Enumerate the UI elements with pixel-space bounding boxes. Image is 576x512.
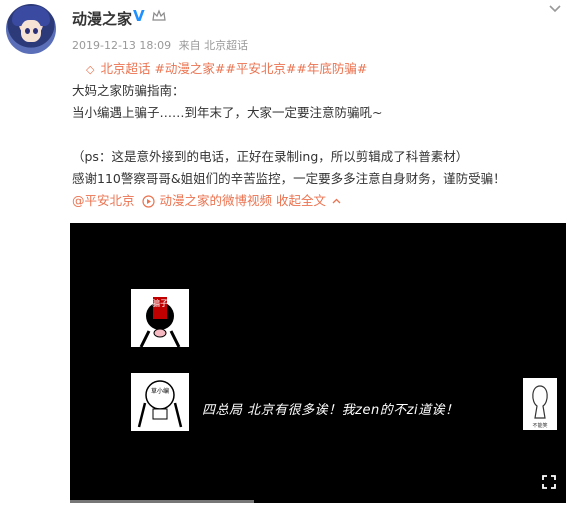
topic-icon: ◇: [86, 63, 95, 76]
video-link[interactable]: 动漫之家的微博视频: [159, 190, 272, 212]
post-meta: 2019-12-13 18:09 来自 北京超话: [72, 37, 252, 53]
scammer-sticker: 骗子: [131, 289, 189, 348]
post-text-line: 大妈之家防骗指南：: [72, 83, 185, 98]
topic-tag[interactable]: #年底防骗#: [296, 61, 367, 76]
post-text-line: 当小编遇上骗子……到年末了，大家一定要注意防骗吼~: [72, 105, 383, 120]
video-player[interactable]: 骗子 草小编 不能笑 四总局 北京有很多诶！我zen的不zi道诶！: [70, 223, 566, 503]
post-body: ◇ 北京超话 #动漫之家##平安北京##年底防骗# 大妈之家防骗指南： 当小编遇…: [72, 58, 567, 212]
topic-tag[interactable]: 北京超话: [100, 61, 150, 76]
post-links: @平安北京 动漫之家的微博视频 收起全文: [72, 190, 567, 212]
video-subtitle: 四总局 北京有很多诶！我zen的不zi道诶！: [202, 403, 459, 418]
topic-tags: ◇ 北京超话 #动漫之家##平安北京##年底防骗#: [86, 58, 567, 80]
video-progress-bar[interactable]: [70, 500, 254, 503]
verified-v-icon: V: [133, 7, 145, 25]
avatar-eye-left: [25, 28, 30, 34]
fullscreen-icon[interactable]: [541, 474, 557, 490]
editor-label: 草小编: [151, 387, 169, 395]
avatar[interactable]: [6, 4, 56, 54]
post-source[interactable]: 来自 北京超话: [179, 39, 249, 52]
mention-link[interactable]: @平安北京: [72, 190, 135, 212]
post-text-line: 感谢110警察哥哥&姐姐们的辛苦监控，一定要多多注意自身财务，谨防受骗！: [72, 171, 506, 186]
account-name[interactable]: 动漫之家: [72, 8, 132, 29]
topic-tag[interactable]: #动漫之家#: [154, 61, 225, 76]
avatar-eye-right: [33, 28, 38, 34]
topic-tag[interactable]: #平安北京#: [225, 61, 296, 76]
avatar-face: [21, 20, 41, 42]
side-sticker: 不能笑: [523, 378, 557, 430]
chevron-down-icon[interactable]: [548, 2, 562, 16]
side-label: 不能笑: [532, 422, 547, 429]
scammer-label: 骗子: [152, 298, 168, 308]
post-date[interactable]: 2019-12-13 18:09: [72, 39, 171, 52]
crown-icon: [152, 9, 166, 21]
post-text-line: （ps：这是意外接到的电话，正好在录制ing，所以剪辑成了科普素材）: [72, 149, 469, 164]
video-play-icon: [142, 194, 156, 208]
chevron-up-icon[interactable]: [330, 195, 343, 208]
editor-sticker: 草小编: [131, 373, 189, 431]
collapse-link[interactable]: 收起全文: [276, 190, 326, 212]
